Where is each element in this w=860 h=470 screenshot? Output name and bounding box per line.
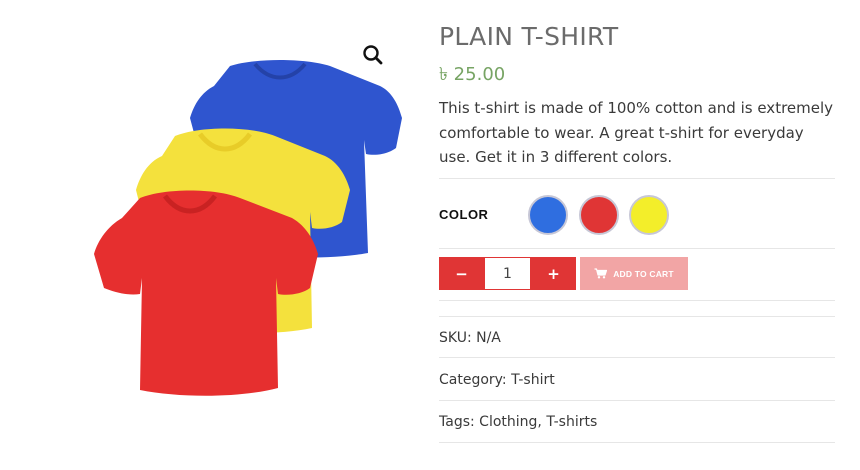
- red-tshirt: [94, 190, 318, 396]
- swatch-red[interactable]: [579, 195, 619, 235]
- product-image[interactable]: [80, 48, 420, 408]
- divider: [439, 442, 835, 443]
- divider: [439, 400, 835, 401]
- sku-label: SKU:: [439, 330, 472, 346]
- product-gallery: [0, 0, 420, 470]
- tags-label: Tags:: [439, 414, 475, 430]
- divider: [439, 248, 835, 249]
- tags-row: Tags: Clothing, T-shirts: [439, 414, 597, 430]
- swatch-blue[interactable]: [528, 195, 568, 235]
- product-summary: PLAIN T-SHIRT ৳ 25.00 This t-shirt is ma…: [439, 0, 835, 470]
- category-row: Category: T-shirt: [439, 372, 555, 388]
- tag-separator: ,: [537, 414, 542, 430]
- add-to-cart-button[interactable]: ADD TO CART: [580, 257, 688, 290]
- divider: [439, 300, 835, 301]
- tag-link[interactable]: T-shirts: [546, 414, 597, 430]
- color-label: COLOR: [439, 207, 489, 222]
- swatch-yellow[interactable]: [629, 195, 669, 235]
- quantity-input[interactable]: [484, 257, 531, 290]
- product-title: PLAIN T-SHIRT: [439, 22, 619, 51]
- category-link[interactable]: T-shirt: [511, 372, 555, 388]
- product-price: ৳ 25.00: [439, 64, 506, 85]
- quantity-decrease-button[interactable]: −: [439, 257, 484, 290]
- quantity-increase-button[interactable]: +: [531, 257, 576, 290]
- divider: [439, 357, 835, 358]
- cart-icon: [594, 268, 608, 279]
- sku-row: SKU: N/A: [439, 330, 501, 346]
- product-description: This t-shirt is made of 100% cotton and …: [439, 99, 834, 166]
- divider: [439, 178, 835, 179]
- sku-value: N/A: [476, 330, 501, 346]
- add-to-cart-label: ADD TO CART: [613, 268, 674, 279]
- divider: [439, 316, 835, 317]
- category-label: Category:: [439, 372, 507, 388]
- tag-link[interactable]: Clothing: [479, 414, 537, 430]
